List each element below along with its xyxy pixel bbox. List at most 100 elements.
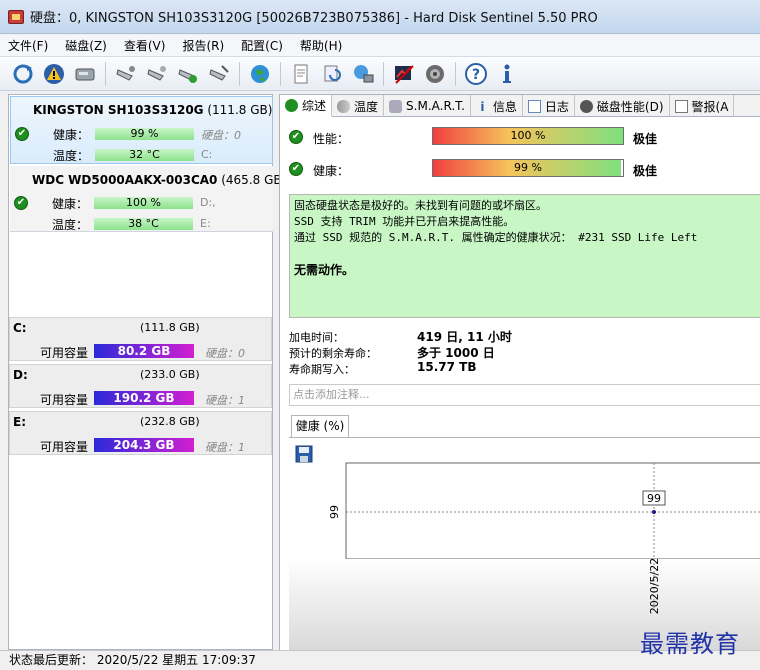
speaker-icon[interactable] — [422, 61, 448, 87]
log-icon — [527, 99, 541, 113]
power-on-label: 加电时间： — [289, 331, 344, 344]
data-label: 99 — [647, 492, 661, 505]
volume-e[interactable]: E: (232.8 GB) 可用容量 204.3 GB 硬盘：1 — [9, 411, 272, 455]
health-label: 健康： — [53, 128, 90, 142]
help-icon[interactable]: ? — [463, 61, 489, 87]
disk-name: WDC WD5000AAKX-003CA0 (465.8 GB) 硬盘 — [32, 173, 314, 187]
disk-tool-4-icon[interactable] — [206, 61, 232, 87]
status-description: 固态硬盘状态是极好的。未找到有问题的或坏扇区。 SSD 支持 TRIM 功能并已… — [289, 194, 760, 318]
power-on-value: 419 日, 11 小时 — [417, 330, 512, 344]
tab-info[interactable]: i 信息 — [471, 95, 523, 117]
ok-check-icon: ✔ — [289, 130, 303, 144]
save-icon[interactable] — [295, 445, 313, 463]
toolbar-separator — [280, 61, 281, 86]
status-line: SSD 支持 TRIM 功能并已开启来提高性能。 — [294, 215, 515, 228]
chart-pen-icon[interactable] — [391, 61, 417, 87]
tab-smart[interactable]: S.M.A.R.T. — [384, 95, 471, 117]
status-line: 固态硬盘状态是极好的。未找到有问题的或坏扇区。 — [294, 199, 547, 212]
toolbar-separator — [239, 61, 240, 86]
ok-check-icon: ✔ — [15, 127, 29, 141]
check-icon — [285, 99, 298, 112]
lifetime-writes-value: 15.77 TB — [417, 360, 477, 374]
temperature-bar: 38 °C — [94, 218, 193, 230]
globe-icon[interactable] — [247, 61, 273, 87]
performance-rating: 极佳 — [633, 132, 658, 146]
info-icon: i — [480, 99, 485, 114]
ok-check-icon: ✔ — [289, 162, 303, 176]
toolbar-separator — [455, 61, 456, 86]
health-bar: 100 % — [94, 197, 193, 209]
y-tick-label: 99 — [328, 505, 341, 519]
note-input[interactable]: 点击添加注释... — [289, 384, 760, 406]
sync-icon[interactable] — [319, 61, 345, 87]
data-point — [652, 510, 656, 514]
tab-log[interactable]: 日志 — [523, 95, 575, 117]
health-bar: 99 % — [432, 159, 624, 177]
disk-smart-icon — [389, 99, 403, 113]
performance-label: 性能： — [313, 132, 350, 146]
disk-icon[interactable] — [72, 61, 98, 87]
data-label-box — [642, 490, 666, 506]
disk-card-wdc[interactable]: WDC WD5000AAKX-003CA0 (465.8 GB) 硬盘 ✔ 健康… — [10, 166, 314, 232]
menu-config[interactable]: 配置(C) — [241, 37, 283, 54]
performance-bar: 100 % — [432, 127, 624, 145]
menu-disk[interactable]: 磁盘(Z) — [65, 37, 107, 54]
disk-tool-3-icon[interactable] — [175, 61, 201, 87]
disk-tool-2-icon[interactable] — [144, 61, 170, 87]
app-icon — [8, 9, 24, 24]
thermometer-icon — [337, 99, 351, 113]
tab-summary[interactable]: 综述 — [280, 95, 333, 117]
health-value: 99 % — [514, 161, 542, 174]
volume-c[interactable]: C: (111.8 GB) 可用容量 80.2 GB 硬盘：0 — [9, 317, 272, 361]
plot-area — [345, 462, 760, 560]
menu-help[interactable]: 帮助(H) — [300, 37, 342, 54]
volume-list-panel: C: (111.8 GB) 可用容量 80.2 GB 硬盘：0 D: (233.… — [8, 314, 273, 455]
health-bar: 99 % — [95, 128, 194, 140]
details-panel: 综述 温度 S.M.A.R.T. i 信息 日志 磁盘性能(D) 警报(A ✔ … — [279, 94, 760, 652]
health-chart: 99 99 2020/5/22 — [289, 462, 760, 652]
network-icon[interactable] — [350, 61, 376, 87]
tab-health-chart[interactable]: 健康 (%) — [291, 415, 349, 437]
tab-label: 温度 — [354, 99, 379, 114]
free-space-label: 可用容量 — [40, 346, 89, 360]
warning-icon[interactable] — [41, 61, 67, 87]
disk-tool-1-icon[interactable] — [113, 61, 139, 87]
menu-view[interactable]: 查看(V) — [124, 37, 166, 54]
toolbar-separator — [105, 61, 106, 86]
volume-disk: 硬盘：1 — [205, 441, 245, 454]
temperature-label: 温度： — [52, 218, 89, 232]
free-space-bar: 190.2 GB — [94, 391, 194, 405]
free-space-label: 可用容量 — [40, 393, 89, 407]
watermark: 最需教育 — [640, 630, 740, 658]
temperature-label: 温度： — [53, 149, 90, 163]
free-space-bar: 80.2 GB — [94, 344, 194, 358]
free-space-label: 可用容量 — [40, 440, 89, 454]
status-line: 通过 SSD 规范的 S.M.A.R.T. 属性确定的健康状况： #231 SS… — [294, 231, 698, 244]
volume-d[interactable]: D: (233.0 GB) 可用容量 190.2 GB 硬盘：1 — [9, 364, 272, 408]
tab-strip: 综述 温度 S.M.A.R.T. i 信息 日志 磁盘性能(D) 警报(A — [280, 95, 760, 117]
report-icon[interactable] — [288, 61, 314, 87]
x-tick-label: 2020/5/22 — [648, 558, 661, 614]
tab-disk-performance[interactable]: 磁盘性能(D) — [575, 95, 670, 117]
remaining-life-value: 多于 1000 日 — [417, 346, 495, 360]
volume-disk: 硬盘：0 — [205, 347, 245, 360]
health-label: 健康： — [313, 164, 350, 178]
volume-list: D:, — [200, 196, 216, 209]
health-chart-panel: 99 99 2020/5/22 — [289, 437, 760, 652]
alert-doc-icon — [674, 99, 688, 113]
menu-report[interactable]: 报告(R) — [182, 37, 224, 54]
disk-card-kingston[interactable]: KINGSTON SH103S3120G (111.8 GB) ✔ 健康： 99… — [10, 96, 273, 164]
disk-name: KINGSTON SH103S3120G (111.8 GB) — [33, 103, 273, 117]
svg-text:?: ? — [472, 67, 480, 83]
tab-alerts[interactable]: 警报(A — [670, 95, 735, 117]
info-icon[interactable] — [494, 61, 520, 87]
ok-check-icon: ✔ — [14, 196, 28, 210]
menu-file[interactable]: 文件(F) — [8, 37, 48, 54]
refresh-icon[interactable] — [10, 61, 36, 87]
volume-list: E: — [200, 217, 211, 230]
volume-letter: E: — [13, 415, 26, 429]
remaining-life-label: 预计的剩余寿命： — [289, 347, 377, 360]
tab-temperature[interactable]: 温度 — [332, 95, 385, 117]
lifetime-writes-label: 寿命期写入： — [289, 363, 355, 376]
performance-value: 100 % — [510, 129, 546, 142]
